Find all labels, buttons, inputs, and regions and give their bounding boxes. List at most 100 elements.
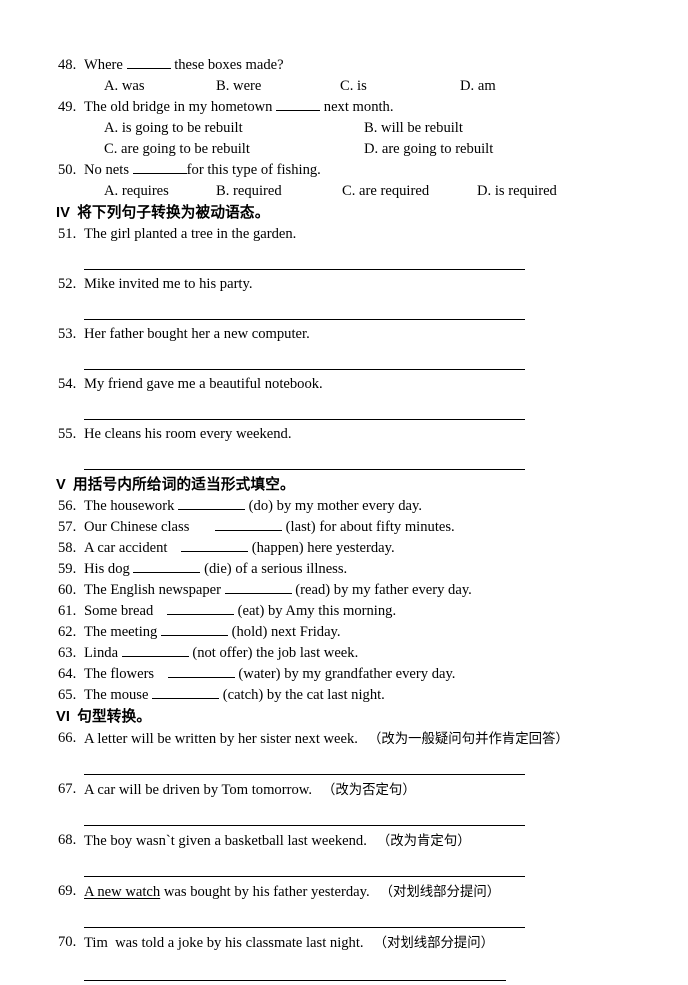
text-after-blank: (last) for about fifty minutes. bbox=[282, 519, 455, 535]
question-number: 51. bbox=[58, 226, 77, 242]
text-after-blank: (eat) by Amy this morning. bbox=[233, 603, 397, 619]
option-d[interactable]: D. am bbox=[460, 76, 496, 97]
answer-line-51[interactable] bbox=[0, 253, 688, 274]
question-53: 53. Her father bought her a new computer… bbox=[0, 324, 688, 345]
question-63: 63. Linda (not offer) the job last week. bbox=[0, 643, 688, 664]
question-50: 50. No nets for this type of fishing. bbox=[0, 160, 688, 181]
fill-blank[interactable] bbox=[133, 572, 201, 573]
text-before-blank: A car accident bbox=[84, 540, 172, 556]
question-55: 55. He cleans his room every weekend. bbox=[0, 424, 688, 445]
answer-line-70[interactable] bbox=[0, 964, 688, 985]
fill-blank[interactable] bbox=[126, 68, 171, 69]
question-56: 56. The housework (do) by my mother ever… bbox=[0, 496, 688, 517]
question-sentence: Her father bought her a new computer. bbox=[84, 326, 310, 342]
text-after-blank: (not offer) the job last week. bbox=[188, 645, 359, 661]
fill-blank[interactable] bbox=[178, 509, 246, 510]
question-49: 49. The old bridge in my hometown next m… bbox=[0, 97, 688, 118]
option-c[interactable]: C. is bbox=[340, 76, 367, 97]
option-a[interactable]: A. is going to be rebuilt bbox=[104, 118, 243, 139]
answer-line-68[interactable] bbox=[0, 860, 688, 881]
question-69: 69. A new watch was bought by his father… bbox=[0, 881, 688, 903]
text-before-blank: The meeting bbox=[84, 624, 161, 640]
option-b[interactable]: B. were bbox=[216, 76, 261, 97]
section-vi-heading: VI 句型转换。 bbox=[0, 706, 688, 728]
option-d[interactable]: D. is required bbox=[477, 181, 557, 202]
question-number: 60. bbox=[58, 582, 77, 598]
question-sentence: The meeting (hold) next Friday. bbox=[84, 622, 341, 643]
text-after-blank: (hold) next Friday. bbox=[228, 624, 341, 640]
question-sentence: A new watch was bought by his father yes… bbox=[84, 881, 500, 903]
fill-blank[interactable] bbox=[152, 698, 220, 699]
question-sentence: The mouse (catch) by the cat last night. bbox=[84, 685, 385, 706]
option-c[interactable]: C. are required bbox=[342, 181, 429, 202]
answer-line-55[interactable] bbox=[0, 453, 688, 474]
question-64: 64. The flowers (water) by my grandfathe… bbox=[0, 664, 688, 685]
text-before-blank: The flowers bbox=[84, 666, 158, 682]
fill-blank[interactable] bbox=[161, 635, 228, 636]
text-after-blank: (read) by my father every day. bbox=[291, 582, 472, 598]
question-49-options-row2: C. are going to be rebuilt D. are going … bbox=[0, 139, 688, 160]
fill-blank[interactable] bbox=[132, 173, 187, 174]
question-51: 51. The girl planted a tree in the garde… bbox=[0, 224, 688, 245]
text-after-blank: (die) of a serious illness. bbox=[200, 561, 348, 577]
question-sentence: The housework (do) by my mother every da… bbox=[84, 496, 422, 517]
section-numeral: V bbox=[56, 477, 66, 493]
answer-line-52[interactable] bbox=[0, 303, 688, 324]
question-70: 70. Tim was told a joke by his classmate… bbox=[0, 932, 688, 954]
question-sentence: Tim was told a joke by his classmate las… bbox=[84, 932, 494, 954]
text-after-blank: (water) by my grandfather every day. bbox=[234, 666, 456, 682]
question-sentence: The English newspaper (read) by my fathe… bbox=[84, 580, 472, 601]
stem-before-blank: Where bbox=[84, 57, 127, 73]
answer-line-67[interactable] bbox=[0, 809, 688, 830]
question-62: 62. The meeting (hold) next Friday. bbox=[0, 622, 688, 643]
text-after-blank: (do) by my mother every day. bbox=[245, 498, 422, 514]
sentence-text: A letter will be written by her sister n… bbox=[84, 731, 358, 747]
answer-line-66[interactable] bbox=[0, 758, 688, 779]
worksheet-page: 48. Where these boxes made? A. was B. we… bbox=[0, 0, 688, 981]
stem-before-blank: No nets bbox=[84, 162, 133, 178]
option-c[interactable]: C. are going to be rebuilt bbox=[104, 139, 250, 160]
option-a[interactable]: A. requires bbox=[104, 181, 169, 202]
question-48-options: A. was B. were C. is D. am bbox=[0, 76, 688, 97]
option-b[interactable]: B. required bbox=[216, 181, 282, 202]
fill-blank[interactable] bbox=[167, 677, 235, 678]
top-margin bbox=[0, 0, 688, 55]
sentence-text: A car will be driven by Tom tomorrow. bbox=[84, 782, 312, 798]
option-a[interactable]: A. was bbox=[104, 76, 145, 97]
question-number: 55. bbox=[58, 426, 77, 442]
answer-line-54[interactable] bbox=[0, 403, 688, 424]
fill-blank[interactable] bbox=[166, 614, 234, 615]
question-number: 56. bbox=[58, 498, 77, 514]
answer-line-69[interactable] bbox=[0, 911, 688, 932]
transformation-instruction: （改为一般疑问句并作肯定回答） bbox=[367, 731, 569, 746]
question-number: 65. bbox=[58, 687, 77, 703]
stem-after-blank: for this type of fishing. bbox=[186, 162, 321, 178]
option-d[interactable]: D. are going to rebuilt bbox=[364, 139, 493, 160]
sentence-text: The boy wasn`t given a basketball last w… bbox=[84, 833, 367, 849]
question-number: 58. bbox=[58, 540, 77, 556]
fill-blank[interactable] bbox=[215, 530, 283, 531]
text-before-blank: Linda bbox=[84, 645, 122, 661]
text-before-blank: The housework bbox=[84, 498, 179, 514]
question-60: 60. The English newspaper (read) by my f… bbox=[0, 580, 688, 601]
fill-blank[interactable] bbox=[224, 593, 292, 594]
transformation-instruction: （对划线部分提问） bbox=[373, 935, 495, 950]
question-54: 54. My friend gave me a beautiful notebo… bbox=[0, 374, 688, 395]
option-b[interactable]: B. will be rebuilt bbox=[364, 118, 463, 139]
answer-line-53[interactable] bbox=[0, 353, 688, 374]
fill-blank[interactable] bbox=[276, 110, 321, 111]
fill-blank[interactable] bbox=[181, 551, 249, 552]
text-before-blank: Some bread bbox=[84, 603, 157, 619]
text-before-blank: Our Chinese class bbox=[84, 519, 194, 535]
text-before-blank: The English newspaper bbox=[84, 582, 225, 598]
question-sentence: His dog (die) of a serious illness. bbox=[84, 559, 347, 580]
fill-blank[interactable] bbox=[121, 656, 189, 657]
question-sentence: A car accident (happen) here yesterday. bbox=[84, 538, 395, 559]
question-sentence: The boy wasn`t given a basketball last w… bbox=[84, 830, 471, 852]
question-57: 57. Our Chinese class (last) for about f… bbox=[0, 517, 688, 538]
sentence-text: Tim was told a joke by his classmate las… bbox=[84, 935, 364, 951]
